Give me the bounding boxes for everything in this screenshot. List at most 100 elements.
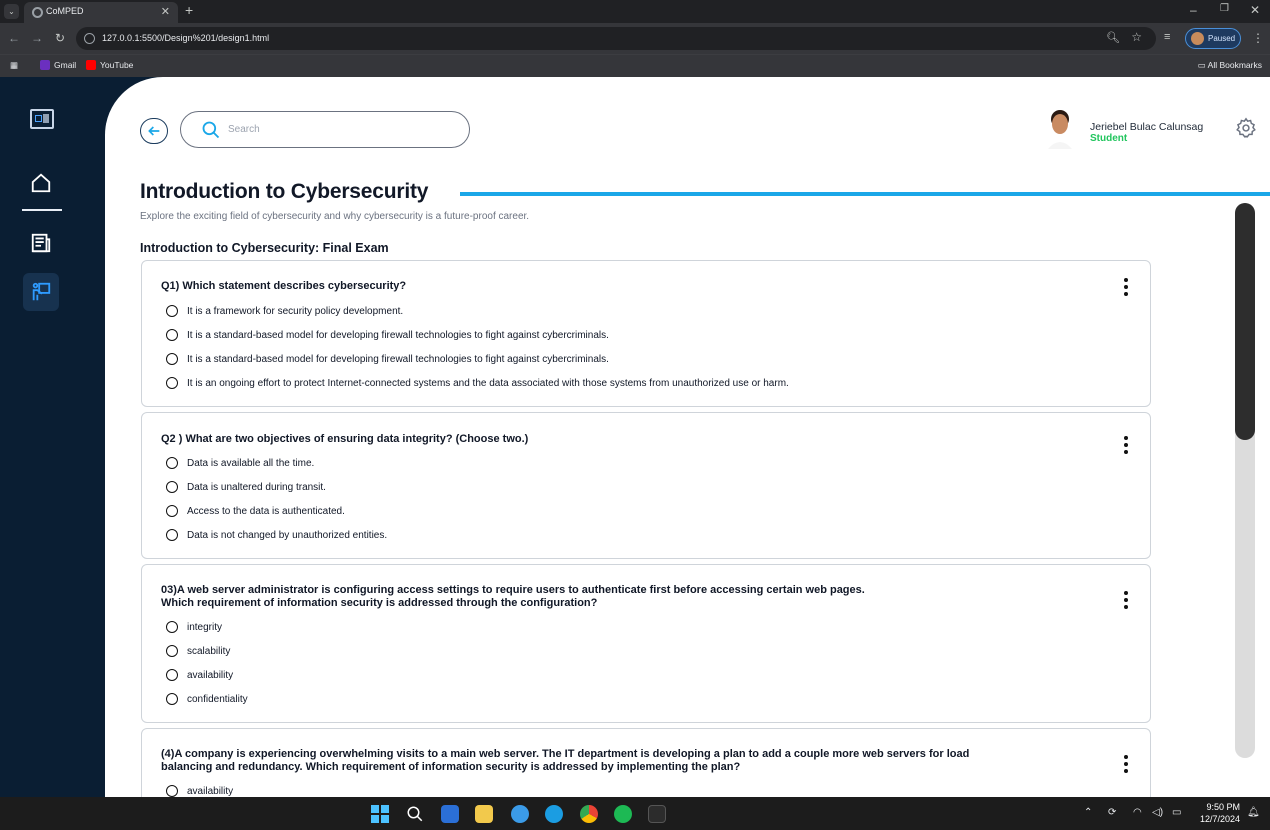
folder-icon: ▭ bbox=[1197, 60, 1208, 70]
radio-button[interactable] bbox=[166, 505, 178, 517]
bookmark-youtube[interactable]: YouTube bbox=[86, 60, 133, 70]
browser-tab[interactable]: CoMPED ✕ bbox=[24, 2, 178, 23]
profile-button[interactable]: Paused bbox=[1185, 28, 1241, 49]
answer-option[interactable]: It is a standard-based model for develop… bbox=[166, 329, 609, 341]
tab-search-icon[interactable]: ⌄ bbox=[4, 4, 19, 19]
new-tab-button[interactable]: + bbox=[185, 2, 193, 18]
radio-button[interactable] bbox=[166, 645, 178, 657]
radio-button[interactable] bbox=[166, 785, 178, 797]
question-text: Q1) Which statement describes cybersecur… bbox=[161, 280, 407, 292]
answer-option[interactable]: Data is not changed by unauthorized enti… bbox=[166, 529, 387, 541]
radio-button[interactable] bbox=[166, 669, 178, 681]
question-menu-icon[interactable] bbox=[1124, 591, 1130, 609]
app-root: Jeriebel Bulac Calunsag Student Introduc… bbox=[0, 77, 1270, 797]
page-subtitle: Explore the exciting field of cybersecur… bbox=[140, 211, 530, 222]
media-icon[interactable]: ≡ bbox=[1164, 31, 1170, 43]
question-text: (4)A company is experiencing overwhelmin… bbox=[161, 748, 970, 773]
radio-button[interactable] bbox=[166, 457, 178, 469]
tray-chevron-icon[interactable]: ⌃ bbox=[1084, 807, 1092, 818]
radio-button[interactable] bbox=[166, 305, 178, 317]
radio-button[interactable] bbox=[166, 377, 178, 389]
answer-option[interactable]: It is an ongoing effort to protect Inter… bbox=[166, 377, 789, 389]
radio-button[interactable] bbox=[166, 329, 178, 341]
window-close-icon[interactable]: ✕ bbox=[1250, 3, 1260, 17]
option-label: It is a standard-based model for develop… bbox=[187, 353, 609, 365]
app-logo-icon[interactable] bbox=[30, 109, 54, 129]
apps-icon[interactable]: ▦ bbox=[10, 60, 18, 71]
system-clock[interactable]: 9:50 PM 12/7/2024 bbox=[1200, 801, 1240, 825]
title-underline bbox=[460, 192, 1270, 196]
browser-menu-icon[interactable]: ⋮ bbox=[1252, 31, 1264, 45]
bookmark-label: YouTube bbox=[100, 60, 134, 70]
spotify-icon[interactable] bbox=[614, 805, 632, 823]
option-label: confidentiality bbox=[187, 693, 248, 705]
clock-time: 9:50 PM bbox=[1206, 802, 1240, 812]
bookmark-star-icon[interactable]: ☆ bbox=[1131, 30, 1142, 44]
edge-icon[interactable] bbox=[545, 805, 563, 823]
wifi-icon[interactable]: ◠ bbox=[1133, 807, 1142, 818]
zoom-icon[interactable]: 🔍︎ bbox=[1106, 31, 1120, 44]
answer-option[interactable]: availability bbox=[166, 669, 233, 681]
figma-icon[interactable] bbox=[648, 805, 666, 823]
restore-icon[interactable]: ❐ bbox=[1220, 3, 1229, 14]
question-menu-icon[interactable] bbox=[1124, 278, 1130, 296]
site-info-icon[interactable] bbox=[84, 33, 95, 44]
radio-button[interactable] bbox=[166, 353, 178, 365]
gear-icon[interactable] bbox=[1235, 117, 1257, 139]
back-button[interactable] bbox=[140, 118, 168, 144]
store-icon[interactable] bbox=[441, 805, 459, 823]
sidebar-item-classroom[interactable] bbox=[23, 273, 59, 311]
answer-option[interactable]: Data is unaltered during transit. bbox=[166, 481, 326, 493]
close-tab-icon[interactable]: ✕ bbox=[161, 5, 170, 18]
file-explorer-icon[interactable] bbox=[475, 805, 493, 823]
sidebar-item-news[interactable] bbox=[23, 224, 59, 262]
minimize-icon[interactable]: – bbox=[1190, 3, 1197, 17]
battery-icon[interactable]: ▭ bbox=[1172, 807, 1181, 818]
os-taskbar: ⌃ ⟳ ◠ ◁) ▭ 9:50 PM 12/7/2024 🔔︎ bbox=[0, 797, 1270, 830]
answer-option[interactable]: confidentiality bbox=[166, 693, 248, 705]
bookmarks-bar: ▦ Gmail YouTube ▭ All Bookmarks bbox=[0, 54, 1270, 77]
answer-option[interactable]: integrity bbox=[166, 621, 222, 633]
question-menu-icon[interactable] bbox=[1124, 755, 1130, 773]
option-label: It is an ongoing effort to protect Inter… bbox=[187, 377, 789, 389]
notification-bell-icon[interactable]: 🔔︎ bbox=[1247, 807, 1260, 818]
question-card: Q1) Which statement describes cybersecur… bbox=[141, 260, 1151, 407]
question-menu-icon[interactable] bbox=[1124, 436, 1130, 454]
sync-icon[interactable]: ⟳ bbox=[1108, 807, 1116, 818]
scrollbar-thumb[interactable] bbox=[1235, 203, 1255, 440]
sidebar bbox=[0, 77, 105, 797]
scrollbar[interactable] bbox=[1235, 203, 1255, 758]
answer-option[interactable]: Access to the data is authenticated. bbox=[166, 505, 345, 517]
address-bar[interactable]: 127.0.0.1:5500/Design%201/design1.html 🔍… bbox=[76, 27, 1156, 50]
sidebar-item-home[interactable] bbox=[23, 164, 59, 202]
answer-option[interactable]: availability bbox=[166, 785, 233, 797]
url-text: 127.0.0.1:5500/Design%201/design1.html bbox=[102, 33, 270, 43]
search-icon[interactable] bbox=[406, 805, 424, 823]
answer-option[interactable]: scalability bbox=[166, 645, 230, 657]
volume-icon[interactable]: ◁) bbox=[1152, 807, 1163, 818]
forward-arrow-icon[interactable]: → bbox=[31, 31, 43, 45]
browser-tabbar: ⌄ CoMPED ✕ + – ❐ ✕ bbox=[0, 0, 1270, 23]
search-input[interactable] bbox=[228, 124, 448, 135]
help-icon[interactable] bbox=[511, 805, 529, 823]
bookmark-label: Gmail bbox=[54, 60, 77, 70]
windows-start-icon[interactable] bbox=[371, 805, 389, 823]
all-bookmarks[interactable]: ▭ All Bookmarks bbox=[1198, 60, 1262, 71]
bookmark-gmail[interactable]: Gmail bbox=[40, 60, 76, 70]
exam-title: Introduction to Cybersecurity: Final Exa… bbox=[140, 241, 389, 255]
back-arrow-icon[interactable]: ← bbox=[8, 31, 20, 45]
reload-icon[interactable]: ↻ bbox=[55, 31, 65, 45]
radio-button[interactable] bbox=[166, 693, 178, 705]
radio-button[interactable] bbox=[166, 621, 178, 633]
search-box[interactable] bbox=[180, 111, 470, 148]
question-card: 03)A web server administrator is configu… bbox=[141, 564, 1151, 723]
radio-button[interactable] bbox=[166, 529, 178, 541]
chrome-icon[interactable] bbox=[580, 805, 598, 823]
radio-button[interactable] bbox=[166, 481, 178, 493]
newspaper-icon bbox=[31, 233, 51, 253]
avatar[interactable] bbox=[1046, 109, 1074, 149]
answer-option[interactable]: Data is available all the time. bbox=[166, 457, 314, 469]
option-label: availability bbox=[187, 785, 234, 797]
answer-option[interactable]: It is a framework for security policy de… bbox=[166, 305, 403, 317]
answer-option[interactable]: It is a standard-based model for develop… bbox=[166, 353, 609, 365]
